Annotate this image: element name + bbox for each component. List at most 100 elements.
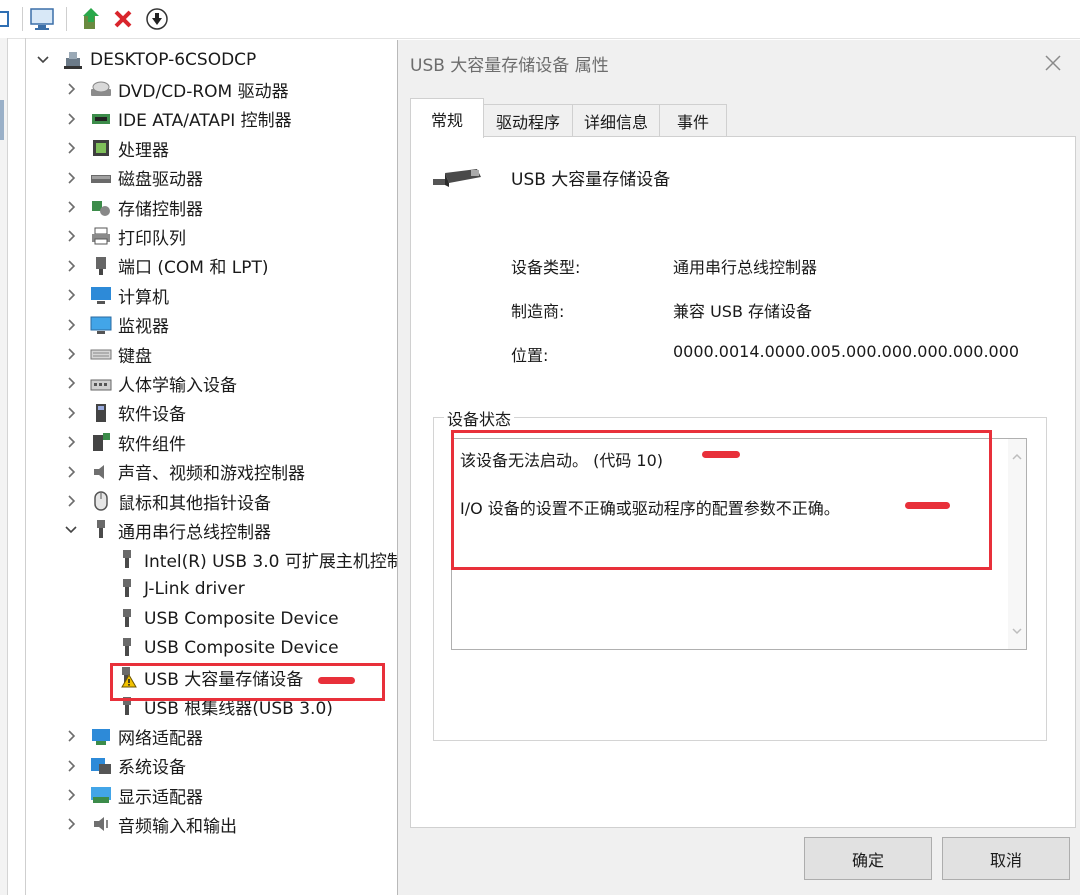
tree-item-label: 键盘 [118, 346, 152, 367]
tree-item-label: 计算机 [118, 287, 169, 308]
chevron-right-icon[interactable] [64, 82, 78, 96]
chevron-right-icon[interactable] [64, 141, 78, 155]
printer-icon [90, 225, 112, 247]
tree-category-usb[interactable]: 通用串行总线控制器 [64, 516, 271, 544]
tree-item-label: DESKTOP-6CSODCP [90, 50, 257, 70]
mouse-icon [90, 490, 112, 512]
ok-button[interactable]: 确定 [804, 837, 932, 880]
location-value: 0000.0014.0000.005.000.000.000.000.000 [673, 342, 1020, 361]
chevron-right-icon[interactable] [64, 729, 78, 743]
tree-category[interactable]: 端口 (COM 和 LPT) [64, 252, 269, 280]
tree-category[interactable]: 人体学输入设备 [64, 369, 237, 397]
chevron-right-icon[interactable] [64, 788, 78, 802]
software-component-icon [90, 431, 112, 453]
keyboard-icon [90, 343, 112, 365]
view-icon[interactable] [0, 5, 14, 33]
audio-io-icon [90, 813, 112, 835]
toolbar [0, 0, 1080, 39]
storage-controller-icon [90, 196, 112, 218]
tree-root[interactable]: DESKTOP-6CSODCP [36, 46, 256, 74]
chevron-right-icon[interactable] [64, 112, 78, 126]
port-icon [90, 255, 112, 277]
annotation-mark-code [702, 451, 740, 458]
chevron-right-icon[interactable] [64, 465, 78, 479]
cancel-button[interactable]: 取消 [942, 837, 1070, 880]
tree-category[interactable]: 软件组件 [64, 428, 186, 456]
tree-item-label: 系统设备 [118, 758, 186, 779]
chevron-right-icon[interactable] [64, 435, 78, 449]
tab-general[interactable]: 常规 [410, 98, 484, 138]
chevron-right-icon[interactable] [64, 376, 78, 390]
tree-item-label: 软件设备 [118, 405, 186, 426]
tree-category[interactable]: 存储控制器 [64, 193, 203, 221]
tree-category[interactable]: 键盘 [64, 340, 152, 368]
tree-category[interactable]: 声音、视频和游戏控制器 [64, 458, 305, 486]
tree-item-label: Intel(R) USB 3.0 可扩展主机控制 [144, 552, 404, 573]
dialog-title: USB 大容量存储设备 属性 [410, 56, 609, 76]
computer-icon [90, 284, 112, 306]
tree-category[interactable]: 处理器 [64, 134, 169, 162]
tree-item-label: 网络适配器 [118, 728, 203, 749]
chevron-right-icon[interactable] [64, 494, 78, 508]
toolbar-separator [66, 7, 67, 31]
scan-hardware-icon[interactable] [28, 5, 56, 33]
usb-icon [90, 519, 112, 541]
chevron-right-icon[interactable] [64, 171, 78, 185]
usb-device-icon [116, 608, 138, 630]
chevron-right-icon[interactable] [64, 817, 78, 831]
processor-icon [90, 137, 112, 159]
tree-category[interactable]: IDE ATA/ATAPI 控制器 [64, 105, 292, 133]
network-adapter-icon [90, 725, 112, 747]
tree-category[interactable]: 监视器 [64, 311, 169, 339]
tree-item-label: 人体学输入设备 [118, 375, 237, 396]
status-scrollbar[interactable] [1008, 439, 1026, 649]
tree-category[interactable]: 磁盘驱动器 [64, 164, 203, 192]
chevron-right-icon[interactable] [64, 406, 78, 420]
tree-category[interactable]: 音频输入和输出 [64, 810, 237, 838]
tab-details[interactable]: 详细信息 [572, 104, 660, 137]
chevron-right-icon[interactable] [64, 759, 78, 773]
tree-item-label: 声音、视频和游戏控制器 [118, 464, 305, 485]
chevron-right-icon[interactable] [64, 347, 78, 361]
close-icon[interactable] [1039, 49, 1067, 77]
tree-device[interactable]: USB Composite Device [116, 605, 339, 633]
tree-item-label: USB Composite Device [144, 638, 339, 658]
tree-device[interactable]: J-Link driver [116, 575, 245, 603]
tree-category[interactable]: 系统设备 [64, 752, 186, 780]
tree-category[interactable]: 计算机 [64, 281, 169, 309]
update-driver-icon[interactable] [77, 5, 105, 33]
tab-events[interactable]: 事件 [659, 104, 727, 137]
tree-item-label: 监视器 [118, 317, 169, 338]
uninstall-device-icon[interactable] [109, 5, 137, 33]
tree-device[interactable]: Intel(R) USB 3.0 可扩展主机控制 [116, 546, 404, 574]
tree-category[interactable]: 软件设备 [64, 399, 186, 427]
tree-item-label: 打印队列 [118, 228, 186, 249]
tree-category[interactable]: 网络适配器 [64, 722, 203, 750]
manufacturer-value: 兼容 USB 存储设备 [673, 302, 813, 321]
tree-item-label: 端口 (COM 和 LPT) [118, 258, 269, 279]
location-label: 位置: [511, 346, 549, 365]
chevron-down-icon[interactable] [36, 53, 50, 67]
monitor-icon [90, 314, 112, 336]
device-status-title: 设备状态 [444, 406, 515, 430]
annotation-mark-message [905, 502, 950, 509]
download-driver-icon[interactable] [143, 5, 171, 33]
tree-item-label: DVD/CD-ROM 驱动器 [118, 81, 289, 102]
chevron-right-icon[interactable] [64, 229, 78, 243]
tree-device[interactable]: USB Composite Device [116, 634, 339, 662]
chevron-right-icon[interactable] [64, 259, 78, 273]
tree-category[interactable]: 打印队列 [64, 222, 186, 250]
tree-border [25, 38, 26, 895]
tree-category[interactable]: 显示适配器 [64, 781, 203, 809]
tab-driver[interactable]: 驱动程序 [483, 104, 573, 137]
chevron-right-icon[interactable] [64, 318, 78, 332]
chevron-right-icon[interactable] [64, 288, 78, 302]
manufacturer-label: 制造商: [511, 302, 565, 321]
usb-device-icon [116, 549, 138, 571]
tree-category[interactable]: DVD/CD-ROM 驱动器 [64, 75, 289, 103]
hid-icon [90, 372, 112, 394]
tree-item-label: J-Link driver [144, 579, 245, 600]
chevron-down-icon[interactable] [64, 523, 78, 537]
tree-category[interactable]: 鼠标和其他指针设备 [64, 487, 271, 515]
chevron-right-icon[interactable] [64, 200, 78, 214]
